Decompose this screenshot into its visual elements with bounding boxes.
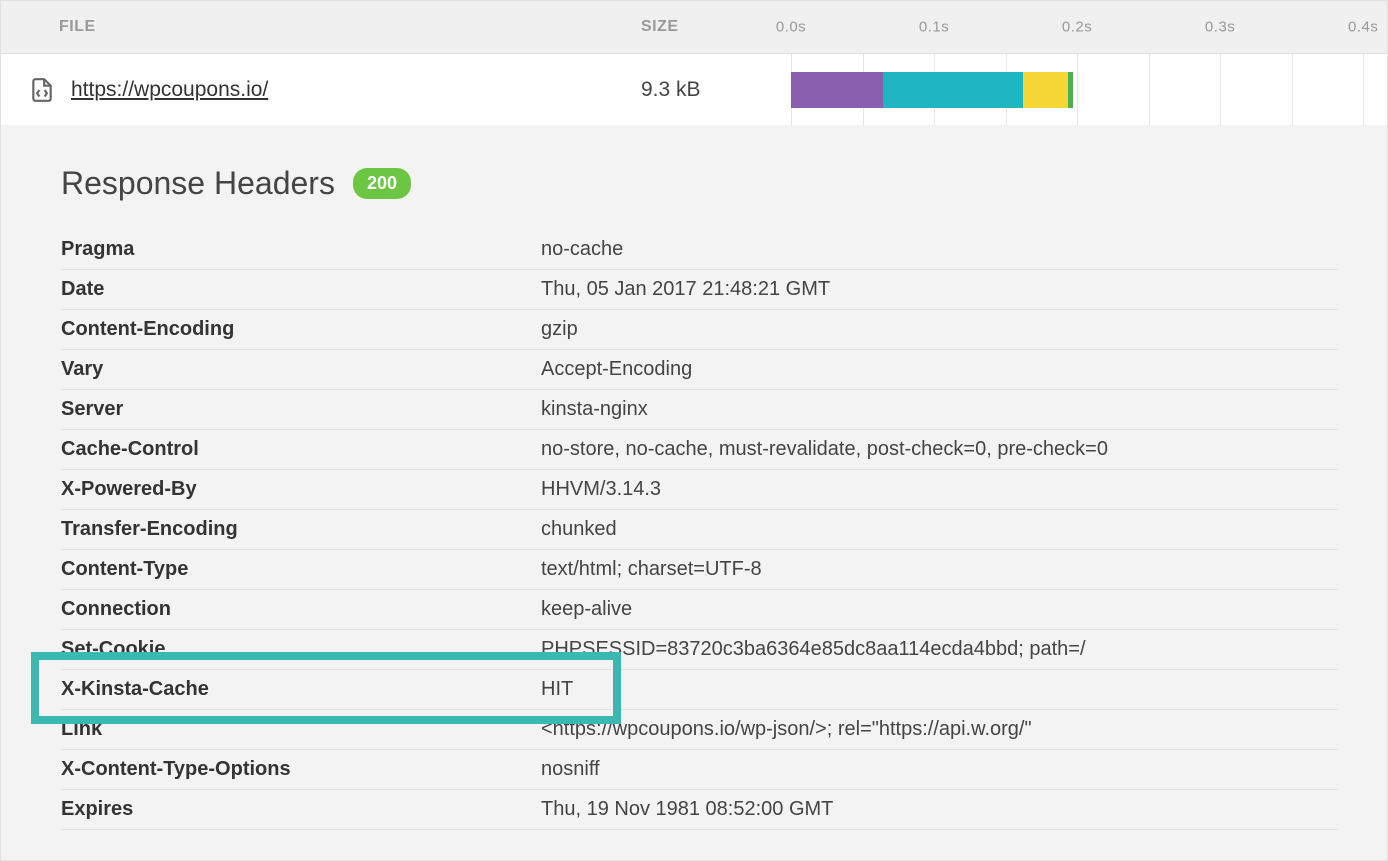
header-value: no-cache <box>541 232 1337 267</box>
header-value: HHVM/3.14.3 <box>541 472 1337 507</box>
header-value: text/html; charset=UTF-8 <box>541 552 1337 587</box>
headers-table: Pragmano-cacheDateThu, 05 Jan 2017 21:48… <box>61 230 1337 830</box>
header-value: nosniff <box>541 752 1337 787</box>
timeline-tick: 0.0s <box>776 19 806 36</box>
request-table: FILE SIZE 0.0s 0.1s 0.2s 0.3s 0.4s https://w… <box>0 0 1388 861</box>
header-value: Thu, 05 Jan 2017 21:48:21 GMT <box>541 272 1337 307</box>
header-value: HIT <box>541 672 1337 707</box>
header-value: Accept-Encoding <box>541 352 1337 387</box>
waterfall-segment <box>1023 72 1069 108</box>
html-file-icon <box>29 77 55 103</box>
table-header: FILE SIZE 0.0s 0.1s 0.2s 0.3s 0.4s <box>1 1 1387 53</box>
header-row: VaryAccept-Encoding <box>61 350 1337 390</box>
header-row: Set-CookiePHPSESSID=83720c3ba6364e85dc8a… <box>61 630 1337 670</box>
header-name: Pragma <box>61 232 541 267</box>
header-row: Pragmano-cache <box>61 230 1337 270</box>
header-row: Serverkinsta-nginx <box>61 390 1337 430</box>
waterfall-cell <box>791 54 1387 125</box>
waterfall-bar <box>791 72 1073 108</box>
header-name: Expires <box>61 792 541 827</box>
header-name: Transfer-Encoding <box>61 512 541 547</box>
timeline-tick: 0.3s <box>1205 19 1235 36</box>
header-row: DateThu, 05 Jan 2017 21:48:21 GMT <box>61 270 1337 310</box>
header-value: kinsta-nginx <box>541 392 1337 427</box>
header-row: Cache-Controlno-store, no-cache, must-re… <box>61 430 1337 470</box>
header-value: chunked <box>541 512 1337 547</box>
header-row: X-Powered-ByHHVM/3.14.3 <box>61 470 1337 510</box>
header-value: PHPSESSID=83720c3ba6364e85dc8aa114ecda4b… <box>541 632 1337 667</box>
section-heading: Response Headers <box>61 165 335 202</box>
header-row: Content-Encodinggzip <box>61 310 1337 350</box>
header-name: Link <box>61 712 541 747</box>
header-name: Connection <box>61 592 541 627</box>
waterfall-segment <box>883 72 1023 108</box>
header-row: Link<https://wpcoupons.io/wp-json/>; rel… <box>61 710 1337 750</box>
response-details: Response Headers 200 Pragmano-cacheDateT… <box>1 125 1387 860</box>
header-name: X-Kinsta-Cache <box>61 672 541 707</box>
timeline-tick: 0.2s <box>1062 19 1092 36</box>
timeline-tick: 0.4s <box>1348 19 1378 36</box>
header-name: Vary <box>61 352 541 387</box>
section-title: Response Headers 200 <box>61 165 1337 202</box>
header-value: <https://wpcoupons.io/wp-json/>; rel="ht… <box>541 712 1337 747</box>
col-header-size: SIZE <box>641 18 791 36</box>
col-header-waterfall: 0.0s0.1s0.2s0.3s0.4s <box>791 1 1387 53</box>
header-row: Connectionkeep-alive <box>61 590 1337 630</box>
status-badge: 200 <box>353 168 411 199</box>
size-cell: 9.3 kB <box>641 78 791 102</box>
timeline-tick: 0.1s <box>919 19 949 36</box>
waterfall-segment <box>1068 72 1073 108</box>
header-value: keep-alive <box>541 592 1337 627</box>
header-row: Transfer-Encodingchunked <box>61 510 1337 550</box>
header-name: Set-Cookie <box>61 632 541 667</box>
header-name: Server <box>61 392 541 427</box>
header-name: Cache-Control <box>61 432 541 467</box>
waterfall-segment <box>791 72 883 108</box>
col-header-file: FILE <box>1 18 641 36</box>
header-row: ExpiresThu, 19 Nov 1981 08:52:00 GMT <box>61 790 1337 830</box>
header-value: gzip <box>541 312 1337 347</box>
header-row: Content-Typetext/html; charset=UTF-8 <box>61 550 1337 590</box>
header-name: Content-Type <box>61 552 541 587</box>
header-name: X-Content-Type-Options <box>61 752 541 787</box>
header-row: X-Kinsta-CacheHIT <box>61 670 1337 710</box>
header-row: X-Content-Type-Optionsnosniff <box>61 750 1337 790</box>
table-row[interactable]: https://wpcoupons.io/ 9.3 kB <box>1 53 1387 125</box>
file-url-link[interactable]: https://wpcoupons.io/ <box>71 78 268 102</box>
header-name: Date <box>61 272 541 307</box>
file-cell: https://wpcoupons.io/ <box>1 77 641 103</box>
header-name: X-Powered-By <box>61 472 541 507</box>
header-value: Thu, 19 Nov 1981 08:52:00 GMT <box>541 792 1337 827</box>
header-value: no-store, no-cache, must-revalidate, pos… <box>541 432 1337 467</box>
header-name: Content-Encoding <box>61 312 541 347</box>
